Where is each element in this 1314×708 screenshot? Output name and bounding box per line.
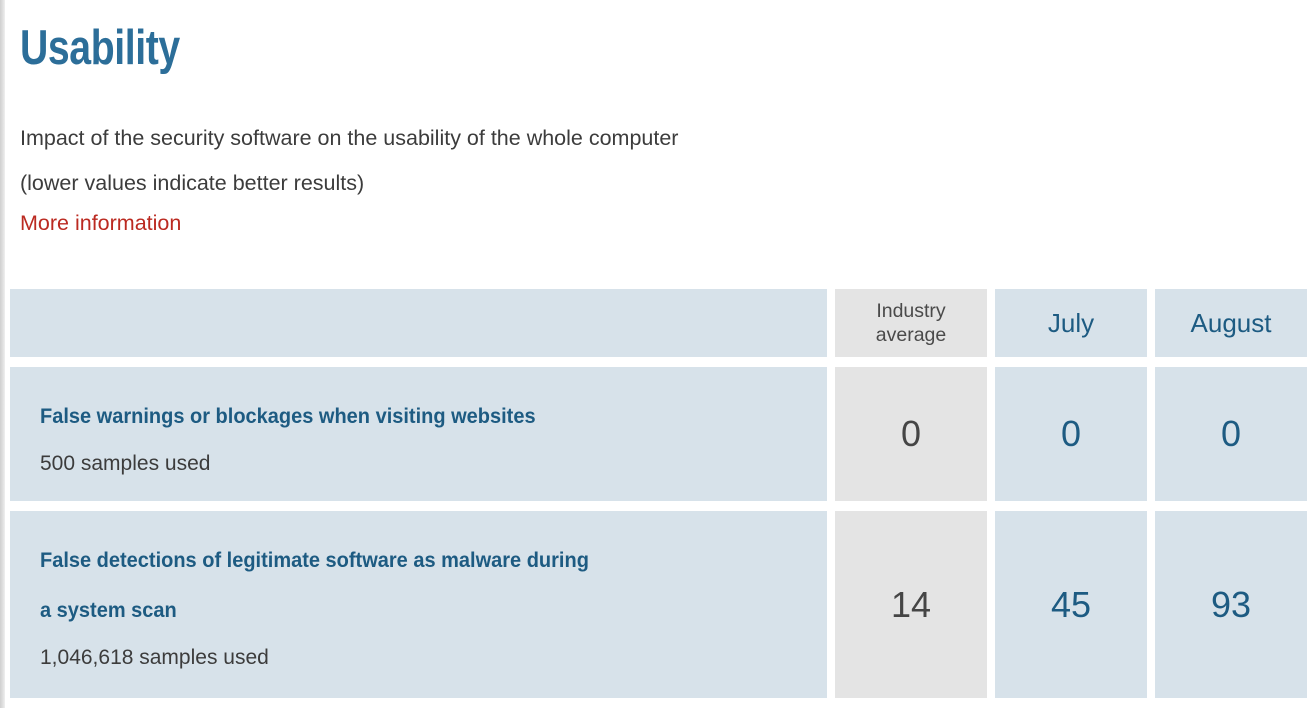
description-line-2: (lower values indicate better results) — [20, 171, 365, 195]
row-1-title: False warnings or blockages when visitin… — [40, 404, 536, 428]
table-header-august: August — [1155, 289, 1307, 357]
row-1-criterion-cell: False warnings or blockages when visitin… — [10, 367, 827, 501]
row-2-title: False detections of legitimate software … — [40, 535, 746, 635]
table-header-industry-average: Industry average — [835, 289, 987, 357]
table-row: False warnings or blockages when visitin… — [10, 367, 1314, 501]
more-information-link[interactable]: More information — [20, 208, 181, 238]
table-header-criterion-cell — [10, 289, 827, 357]
industry-average-label-line-1: Industry — [876, 300, 946, 322]
description-line-1: Impact of the security software on the u… — [20, 126, 679, 150]
row-1-august-value: 0 — [1155, 367, 1307, 501]
row-1-industry-average-value: 0 — [835, 367, 987, 501]
table-header-july: July — [995, 289, 1147, 357]
page-root: Usability Impact of the security softwar… — [0, 0, 1314, 708]
row-1-july-value: 0 — [995, 367, 1147, 501]
row-2-august-value: 93 — [1155, 511, 1307, 698]
header-block: Usability Impact of the security softwar… — [5, 0, 1314, 238]
page-title: Usability — [20, 21, 180, 75]
industry-average-label-line-2: average — [875, 324, 947, 346]
table-header-row: Industry average July August — [10, 289, 1314, 357]
row-2-industry-average-value: 14 — [835, 511, 987, 698]
row-2-title-line-2: a system scan — [40, 598, 177, 622]
row-2-criterion-cell: False detections of legitimate software … — [10, 511, 827, 698]
row-1-samples: 500 samples used — [40, 452, 211, 475]
page-description: Impact of the security software on the u… — [20, 116, 1314, 206]
row-2-title-line-1: False detections of legitimate software … — [40, 548, 589, 572]
page-content: Usability Impact of the security softwar… — [5, 0, 1314, 708]
row-2-july-value: 45 — [995, 511, 1147, 698]
row-2-samples: 1,046,618 samples used — [40, 646, 269, 669]
table-row: False detections of legitimate software … — [10, 511, 1314, 698]
usability-table: Industry average July August False warni… — [10, 289, 1314, 708]
